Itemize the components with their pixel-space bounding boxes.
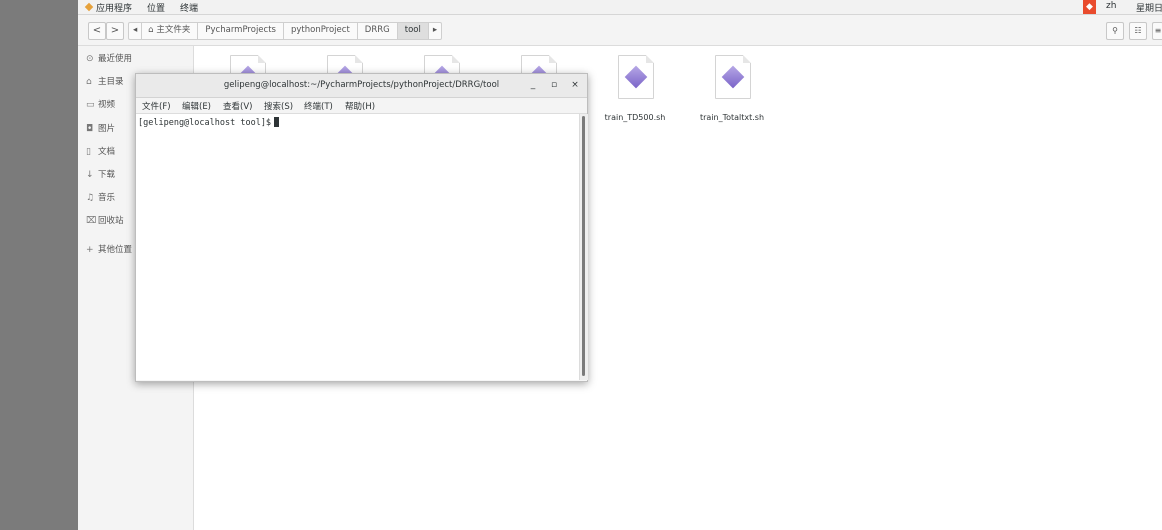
scrollbar-thumb[interactable] bbox=[582, 116, 585, 376]
terminal-scrollbar[interactable] bbox=[579, 114, 588, 380]
sidebar-item-downloads[interactable]: ↓ 下载 bbox=[86, 168, 115, 182]
terminal-menu-edit[interactable]: 编辑(E) bbox=[182, 100, 211, 112]
applications-menu[interactable]: 应用程序 bbox=[96, 1, 132, 14]
breadcrumb-drrg[interactable]: DRRG bbox=[357, 22, 398, 40]
applications-icon bbox=[84, 2, 94, 12]
file-manager-toolbar: < > ◂ ⌂ 主文件夹 PycharmProjects pythonProje… bbox=[78, 15, 1162, 46]
breadcrumb-right-arrow[interactable]: ▸ bbox=[428, 22, 443, 40]
plus-icon: + bbox=[86, 245, 94, 255]
terminal-window: gelipeng@localhost:~/PycharmProjects/pyt… bbox=[135, 73, 588, 382]
sidebar-item-other-locations[interactable]: + 其他位置 bbox=[86, 243, 132, 257]
terminal-prompt: [gelipeng@localhost tool]$ bbox=[138, 117, 280, 128]
terminal-title: gelipeng@localhost:~/PycharmProjects/pyt… bbox=[223, 80, 500, 90]
home-icon: ⌂ bbox=[86, 77, 92, 87]
download-icon: ↓ bbox=[86, 170, 94, 180]
breadcrumb: ◂ ⌂ 主文件夹 PycharmProjects pythonProject D… bbox=[128, 22, 443, 40]
breadcrumb-pythonproject[interactable]: pythonProject bbox=[283, 22, 358, 40]
input-method-icon[interactable]: ◆ bbox=[1083, 0, 1096, 14]
sidebar-item-music[interactable]: ♫ 音乐 bbox=[86, 191, 115, 205]
view-toggle-icon[interactable]: ☷ bbox=[1129, 22, 1147, 40]
clock-icon: ⊙ bbox=[86, 54, 94, 64]
breadcrumb-home[interactable]: ⌂ 主文件夹 bbox=[142, 22, 199, 40]
document-icon: ▯ bbox=[86, 147, 91, 157]
back-button[interactable]: < bbox=[88, 22, 106, 40]
terminal-menu-search[interactable]: 搜索(S) bbox=[264, 100, 293, 112]
terminal-menu-file[interactable]: 文件(F) bbox=[142, 100, 171, 112]
file-train-totaltxt-label[interactable]: train_Totaltxt.sh bbox=[687, 113, 777, 122]
breadcrumb-left-arrow[interactable]: ◂ bbox=[128, 22, 143, 40]
sidebar-item-home[interactable]: ⌂ 主目录 bbox=[86, 75, 124, 89]
terminal-menu-terminal[interactable]: 终端(T) bbox=[304, 100, 333, 112]
terminal-menu-help[interactable]: 帮助(H) bbox=[345, 100, 375, 112]
sidebar-item-videos[interactable]: ▭ 视频 bbox=[86, 98, 115, 112]
terminal-menu-view[interactable]: 查看(V) bbox=[223, 100, 252, 112]
clock-label[interactable]: 星期日 bbox=[1136, 1, 1162, 14]
video-icon: ▭ bbox=[86, 100, 95, 110]
file-train-td500-icon[interactable] bbox=[618, 55, 654, 99]
file-train-totaltxt-icon[interactable] bbox=[715, 55, 751, 99]
breadcrumb-pycharmprojects[interactable]: PycharmProjects bbox=[198, 22, 284, 40]
forward-button[interactable]: > bbox=[106, 22, 124, 40]
desktop-background bbox=[0, 0, 78, 530]
top-panel: 应用程序 位置 终端 ◆ zh 星期日 bbox=[78, 0, 1162, 15]
places-menu[interactable]: 位置 bbox=[147, 1, 165, 14]
terminal-output[interactable]: [gelipeng@localhost tool]$ bbox=[136, 114, 579, 380]
breadcrumb-tool[interactable]: tool bbox=[397, 22, 429, 40]
terminal-menu[interactable]: 终端 bbox=[180, 1, 198, 14]
sidebar-item-documents[interactable]: ▯ 文档 bbox=[86, 145, 115, 159]
terminal-titlebar[interactable]: gelipeng@localhost:~/PycharmProjects/pyt… bbox=[136, 74, 587, 98]
file-train-td500-label[interactable]: train_TD500.sh bbox=[590, 113, 680, 122]
maximize-icon[interactable]: ▫ bbox=[549, 80, 559, 90]
terminal-menubar: 文件(F) 编辑(E) 查看(V) 搜索(S) 终端(T) 帮助(H) bbox=[136, 98, 587, 114]
sidebar-item-trash[interactable]: ⌧ 回收站 bbox=[86, 214, 124, 228]
input-method-label[interactable]: zh bbox=[1106, 1, 1116, 11]
sidebar-item-pictures[interactable]: ◘ 图片 bbox=[86, 122, 115, 136]
minimize-icon[interactable]: _ bbox=[528, 80, 538, 90]
music-icon: ♫ bbox=[86, 193, 95, 203]
terminal-cursor bbox=[274, 117, 280, 127]
camera-icon: ◘ bbox=[86, 124, 94, 134]
sidebar-item-recent[interactable]: ⊙ 最近使用 bbox=[86, 52, 132, 66]
trash-icon: ⌧ bbox=[86, 216, 97, 226]
search-icon[interactable]: ⚲ bbox=[1106, 22, 1124, 40]
close-icon[interactable]: × bbox=[570, 80, 580, 90]
menu-icon[interactable]: ≡ bbox=[1152, 22, 1162, 40]
